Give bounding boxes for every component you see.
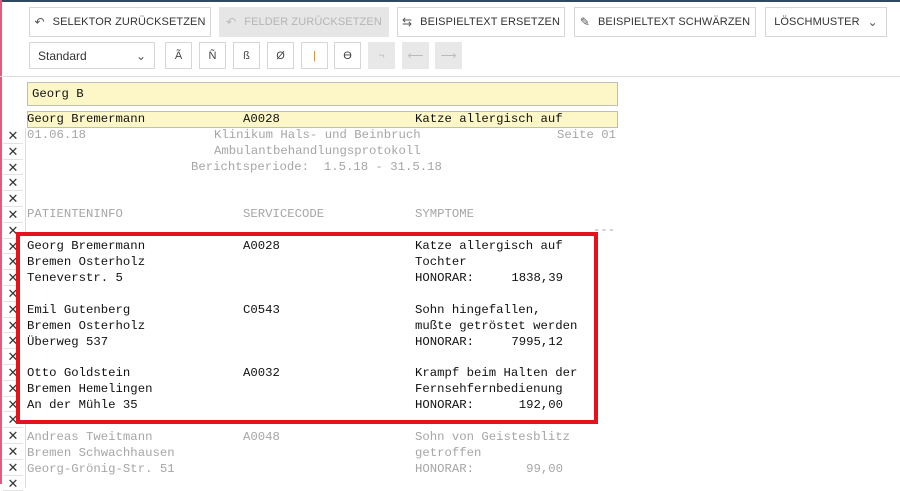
hit-name: Georg Bremermann [27,112,146,126]
patient-info-line: Bremen Hemelingen [27,381,153,396]
delete-line-icon[interactable]: ✕ [3,460,23,476]
symptom-line: mußte getröstet werden [415,318,578,333]
char-button[interactable]: ¬ [368,42,395,69]
patient-info-line: Bremen Schwachhausen [27,445,175,460]
symptom-line: Katze allergisch auf [415,239,563,253]
window-top-border [0,0,900,2]
symptom-line: getroffen [415,445,482,460]
char-button[interactable]: Ã [165,42,192,69]
honorar-value: 7995,12 [511,334,563,349]
header-symptoms: SYMPTOME [415,207,475,221]
patient-info-line: Emil Gutenberg [27,303,131,317]
redact-sample-button[interactable]: ✎ BEISPIELTEXT SCHWÄRZEN [574,7,756,37]
reset-selector-button[interactable]: ↶ SELEKTOR ZURÜCKSETZEN [29,7,211,37]
arrow-left-button[interactable]: ⟵ [402,42,429,69]
delete-line-icon[interactable]: ✕ [3,444,23,460]
report-page: Seite 01 [557,128,617,142]
replace-icon: ⇆ [402,15,413,29]
symptom-line: Fernsehfernbedienung [415,381,563,396]
service-code: A0028 [243,239,280,253]
patient-info-line: Andreas Tweitmann [27,430,153,444]
button-label: BEISPIELTEXT ERSETZEN [420,16,560,28]
honorar-value: 1838,39 [511,270,563,285]
service-code: A0048 [243,430,280,444]
char-button[interactable]: Ñ [199,42,226,69]
delete-line-icon[interactable]: ✕ [3,160,23,176]
delete-line-icon[interactable]: ✕ [3,191,23,207]
report-title: Klinikum Hals- und Beinbruch [214,128,421,142]
font-select-value: Standard [38,48,87,63]
replace-sample-button[interactable]: ⇆ BEISPIELTEXT ERSETZEN [397,7,565,37]
patient-info-line: Georg Bremermann [27,239,146,253]
reset-fields-button[interactable]: ↶ FELDER ZURÜCKSETZEN [219,7,389,37]
undo-x-icon: ↶ [34,15,45,29]
button-label: SELEKTOR ZURÜCKSETZEN [52,16,206,28]
header-patient: PATIENTENINFO [27,207,123,221]
patient-info-line: Otto Goldstein [27,366,131,380]
hit-symptom: Katze allergisch auf [415,112,563,126]
button-label: LÖSCHMUSTER [774,16,860,28]
symptom-line: Sohn hingefallen, [415,303,541,317]
char-button[interactable]: ϴ [334,42,361,69]
patient-info-line: Überweg 537 [27,334,109,349]
service-code: C0543 [243,303,280,317]
patient-info-line: Teneverstr. 5 [27,270,123,285]
patient-info-line: Bremen Osterholz [27,254,146,269]
button-label: FELDER ZURÜCKSETZEN [244,16,382,28]
font-select[interactable]: Standard ⌄ [29,42,155,69]
symptom-line: Sohn von Geistesblitz [415,430,570,444]
patient-info-line: Georg-Grönig-Str. 51 [27,461,175,476]
honorar-value: 99,00 [526,461,563,476]
redact-pen-icon: ✎ [579,15,590,29]
undo-icon: ↶ [226,15,237,29]
patient-info-line: Bremen Osterholz [27,318,146,333]
delete-line-icon[interactable]: ✕ [3,128,23,144]
delete-line-icon[interactable]: ✕ [3,428,23,444]
symptom-line: Krampf beim Halten der [415,366,578,380]
toolbar-divider [0,76,900,77]
delete-pattern-dropdown[interactable]: LÖSCHMUSTER ⌄ [765,7,887,37]
delete-line-icon[interactable]: ✕ [3,144,23,160]
delete-line-icon[interactable]: ✕ [3,207,23,223]
chevron-down-icon: ⌄ [135,48,146,63]
service-code: A0032 [243,366,280,380]
report-date: 01.06.18 [27,128,87,142]
button-label: BEISPIELTEXT SCHWÄRZEN [598,16,751,28]
char-button[interactable]: Ø [267,42,294,69]
delete-line-icon[interactable]: ✕ [3,476,23,491]
char-button[interactable]: ß [233,42,260,69]
symptom-line: Tochter [415,254,467,269]
search-input[interactable]: Georg B [27,82,618,106]
delete-line-icon[interactable]: ✕ [3,175,23,192]
report-period: Berichtsperiode: 1.5.18 - 31.5.18 [191,160,442,174]
honorar-value: 192,00 [518,397,563,412]
chevron-down-icon: ⌄ [867,15,878,29]
arrow-right-button[interactable]: ⟶ [435,42,462,69]
patient-info-line: An der Mühle 35 [27,397,138,412]
report-subtitle: Ambulantbehandlungsprotokoll [214,144,421,158]
hit-code: A0028 [243,112,280,126]
header-servicecode: SERVICECODE [243,207,325,221]
char-button[interactable]: | [301,42,328,69]
